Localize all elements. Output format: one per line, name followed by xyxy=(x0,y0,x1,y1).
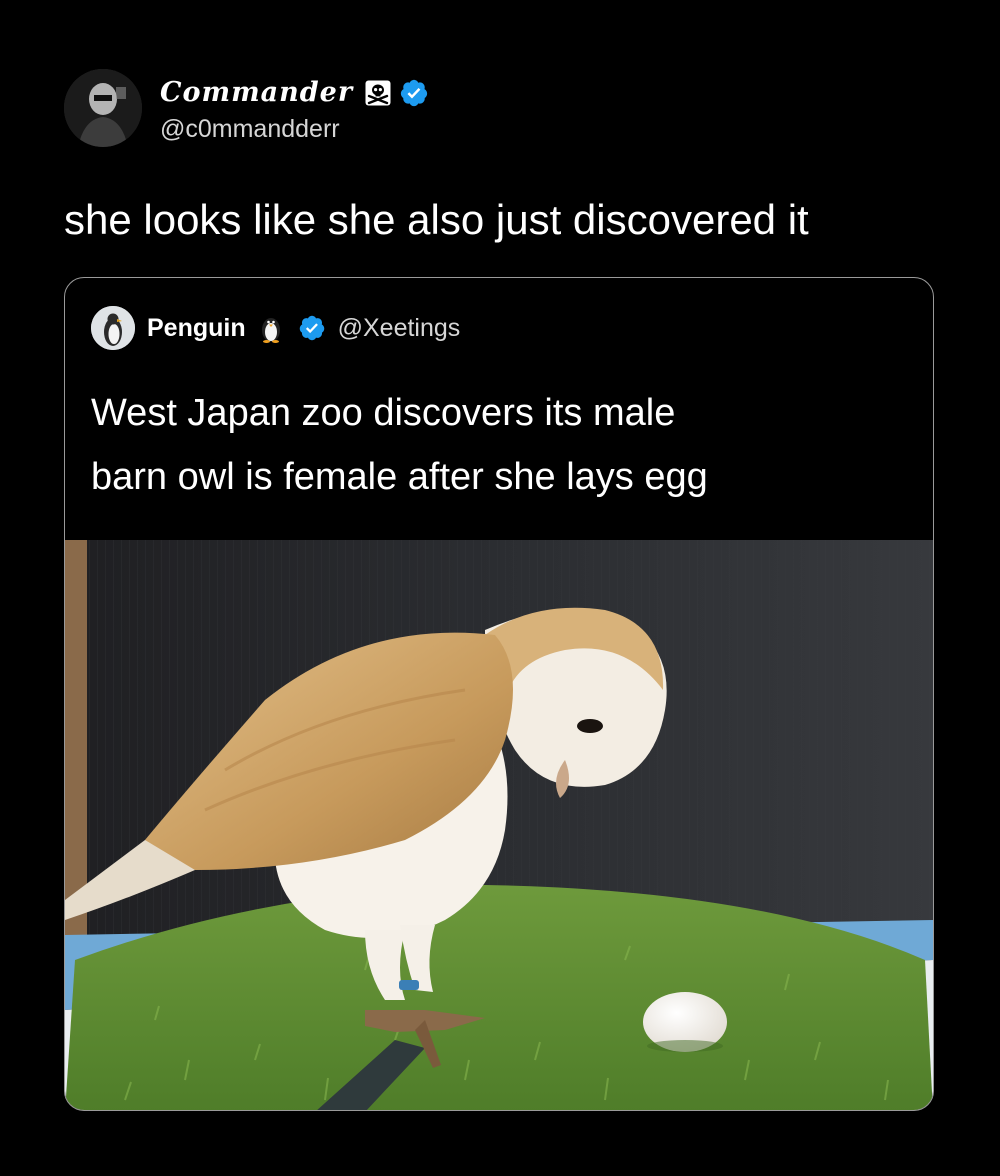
quoted-author-display-name[interactable]: Penguin xyxy=(147,314,246,343)
author-avatar[interactable] xyxy=(64,69,142,147)
quoted-author-avatar[interactable] xyxy=(91,306,135,350)
author-display-name[interactable]: Commander xyxy=(160,77,353,108)
tweet-author[interactable]: Commander @c0mmandderr xyxy=(64,66,429,150)
verified-badge-icon xyxy=(399,78,429,108)
quoted-tweet-text: West Japan zoo discovers its male barn o… xyxy=(91,381,911,509)
quoted-verified-badge-icon xyxy=(298,314,326,342)
penguin-icon xyxy=(258,313,284,343)
skull-and-crossbones-icon xyxy=(365,80,391,106)
quoted-tweet-text-line: barn owl is female after she lays egg xyxy=(91,456,708,498)
author-handle[interactable]: @c0mmandderr xyxy=(160,115,429,144)
quoted-tweet-text-line: West Japan zoo discovers its male xyxy=(91,392,676,434)
quoted-tweet-card[interactable]: Penguin @Xeetings West Japan zoo discove… xyxy=(64,277,934,1111)
quoted-tweet-photo[interactable] xyxy=(65,540,933,1110)
quoted-tweet-header[interactable]: Penguin @Xeetings xyxy=(91,305,460,351)
tweet-text: she looks like she also just discovered … xyxy=(64,196,809,243)
quoted-author-handle[interactable]: @Xeetings xyxy=(338,314,461,343)
tweet: Commander @c0mmandderr she looks like sh… xyxy=(0,0,1000,1176)
